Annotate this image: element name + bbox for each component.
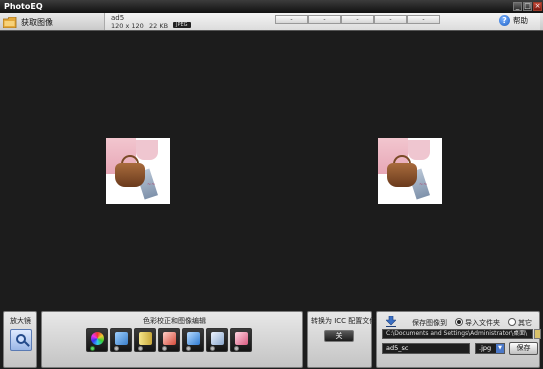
edit-tools — [86, 328, 254, 352]
levels-tool[interactable] — [134, 328, 156, 352]
magnifier-title: 放大镜 — [10, 317, 31, 325]
help-label: 帮助 — [513, 16, 528, 25]
help-icon: ? — [499, 15, 510, 26]
magnifier-button[interactable] — [10, 329, 32, 351]
preview-area: ~~ ~~ — [0, 31, 543, 308]
tool-status-dot — [234, 346, 239, 351]
toolbar: 获取图像 ad5 120 x 120 22 KB JPEG - - - - - … — [0, 13, 543, 31]
save-path-field[interactable]: C:\Documents and Settings\Administrator\… — [382, 329, 533, 339]
format-select[interactable]: .jpg ▼ — [475, 343, 505, 354]
chevron-down-icon: ▼ — [496, 344, 504, 353]
import-folder-radio[interactable] — [455, 318, 463, 326]
close-icon: × — [534, 2, 541, 10]
processed-image[interactable]: ~~ — [378, 138, 442, 204]
tool-status-dot — [138, 346, 143, 351]
close-button[interactable]: × — [533, 2, 542, 11]
other-label: 其它 — [518, 319, 532, 327]
resize-icon — [187, 332, 200, 345]
import-folder-label: 导入文件夹 — [465, 319, 500, 327]
get-image-label: 获取图像 — [21, 17, 53, 27]
file-format-badge: JPEG — [173, 22, 191, 28]
zoom-button-1[interactable]: - — [275, 15, 308, 24]
save-button[interactable]: 保存 — [509, 342, 538, 355]
zoom-button-5[interactable]: - — [407, 15, 440, 24]
tool-status-dot — [210, 346, 215, 351]
title-bar: PhotoEQ _ □ × — [0, 0, 543, 13]
get-image-button[interactable]: 获取图像 — [3, 15, 53, 29]
file-info-bar: ad5 120 x 120 22 KB JPEG - - - - - — [104, 13, 540, 30]
maximize-icon: □ — [524, 2, 531, 10]
filename-field[interactable]: ad5_sc — [382, 343, 470, 354]
app-title: PhotoEQ — [4, 2, 43, 11]
file-name: ad5 — [111, 14, 125, 22]
processed-pane: ~~ — [272, 31, 543, 308]
file-dimensions: 120 x 120 — [111, 22, 144, 30]
tool-status-dot — [162, 346, 167, 351]
maximize-button[interactable]: □ — [523, 2, 532, 11]
file-size: 22 KB — [149, 22, 169, 30]
frame-icon — [211, 332, 224, 345]
crop-tool[interactable] — [158, 328, 180, 352]
color-correction-panel: 色彩校正和图像编辑 — [41, 311, 303, 368]
icc-title: 转换为 ICC 配置文件 — [311, 317, 377, 325]
folder-icon — [3, 16, 17, 28]
bottom-panel: 放大镜 色彩校正和图像编辑 转换为 ICC 配置文件 关 保存图像到 导入文件夹… — [0, 308, 543, 369]
zoom-button-row: - - - - - — [275, 15, 440, 24]
original-pane: ~~ — [0, 31, 271, 308]
brush-icon — [115, 332, 128, 345]
crop-icon — [163, 332, 176, 345]
icc-toggle-button[interactable]: 关 — [324, 330, 354, 342]
brush-tool[interactable] — [110, 328, 132, 352]
color-wheel-icon — [91, 332, 104, 345]
frame-tool[interactable] — [206, 328, 228, 352]
tool-status-dot — [186, 346, 191, 351]
magnifier-panel: 放大镜 — [3, 311, 37, 368]
zoom-button-4[interactable]: - — [374, 15, 407, 24]
help-button[interactable]: ? 帮助 — [499, 15, 528, 26]
minimize-button[interactable]: _ — [513, 2, 522, 11]
eraser-tool[interactable] — [230, 328, 252, 352]
save-panel: 保存图像到 导入文件夹 其它 C:\Documents and Settings… — [376, 311, 541, 368]
browse-folder-button[interactable] — [534, 329, 541, 339]
eraser-icon — [235, 332, 248, 345]
save-arrow-icon — [386, 316, 396, 327]
icc-panel: 转换为 ICC 配置文件 关 — [307, 311, 376, 368]
tool-status-dot — [114, 346, 119, 351]
zoom-button-2[interactable]: - — [308, 15, 341, 24]
other-radio[interactable] — [508, 318, 516, 326]
zoom-button-3[interactable]: - — [341, 15, 374, 24]
format-value: .jpg — [479, 344, 492, 352]
tool-status-dot — [90, 346, 95, 351]
color-correction-title: 色彩校正和图像编辑 — [143, 317, 206, 325]
resize-tool[interactable] — [182, 328, 204, 352]
color-wheel-tool[interactable] — [86, 328, 108, 352]
original-image[interactable]: ~~ — [106, 138, 170, 204]
save-title: 保存图像到 — [412, 319, 447, 327]
minimize-icon: _ — [515, 2, 520, 10]
levels-icon — [139, 332, 152, 345]
